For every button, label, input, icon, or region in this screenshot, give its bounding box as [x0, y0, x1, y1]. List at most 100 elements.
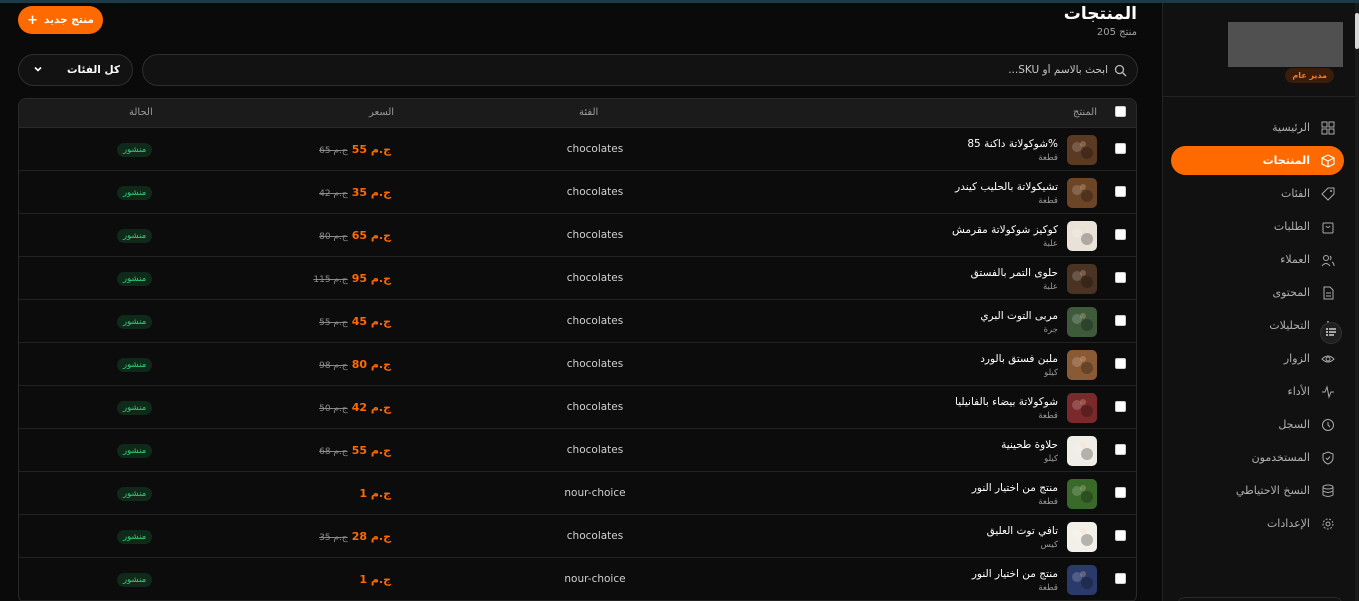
row-checkbox[interactable]: [1115, 487, 1126, 498]
page-title: المنتجات: [1063, 4, 1137, 24]
product-unit: كيلو: [1044, 454, 1058, 464]
sidebar-item-history[interactable]: السجل: [1171, 408, 1344, 441]
old-price: 65 ج.م: [319, 146, 348, 156]
current-price: 45 ج.م: [351, 315, 391, 328]
product-price: 45 ج.م 55 ج.م: [319, 315, 391, 328]
page-scrollbar[interactable]: [1355, 3, 1359, 601]
eye-icon: [1320, 351, 1336, 367]
row-checkbox[interactable]: [1115, 229, 1126, 240]
product-price: 95 ج.م 115 ج.م: [313, 272, 391, 285]
shopping-bag-icon: [1320, 219, 1336, 235]
sidebar-item-eye[interactable]: الزوار: [1171, 342, 1344, 375]
product-name[interactable]: شوكولاتة بيضاء بالفانيليا: [955, 396, 1058, 408]
product-thumbnail: [1067, 178, 1097, 208]
product-category: chocolates: [566, 530, 624, 542]
sidebar-item-label: العملاء: [1280, 253, 1310, 266]
product-category: chocolates: [566, 444, 624, 456]
current-price: 80 ج.م: [351, 358, 391, 371]
row-checkbox[interactable]: [1115, 358, 1126, 369]
product-name[interactable]: ملبن فستق بالورد: [980, 353, 1058, 365]
product-name[interactable]: منتج من اختيار النور: [972, 568, 1058, 580]
sidebar-item-label: الطلبات: [1273, 220, 1310, 233]
table-header: المنتج الفئة السعر الحالة: [19, 99, 1136, 128]
product-name[interactable]: كوكيز شوكولاتة مقرمش: [952, 224, 1058, 236]
sidebar-item-label: المستخدمون: [1251, 451, 1310, 464]
product-thumbnail: [1067, 393, 1097, 423]
product-name[interactable]: تافي توت العليق: [987, 525, 1058, 537]
box-icon: [1320, 153, 1336, 169]
row-checkbox[interactable]: [1115, 186, 1126, 197]
product-count: 205 منتج: [1096, 27, 1137, 38]
product-name[interactable]: منتج من اختيار النور: [972, 482, 1058, 494]
sidebar-item-tag[interactable]: الفئات: [1171, 177, 1344, 210]
row-checkbox[interactable]: [1115, 272, 1126, 283]
sidebar-item-shopping-bag[interactable]: الطلبات: [1171, 210, 1344, 243]
sidebar-item-users[interactable]: العملاء: [1171, 243, 1344, 276]
status-badge: منشور: [117, 186, 153, 200]
sidebar-item-bar-chart[interactable]: التحليلات: [1171, 309, 1344, 342]
table-row[interactable]: حلاوة طحينية كيلو chocolates 55 ج.م 68 ج.م من…: [19, 429, 1136, 472]
product-name[interactable]: شوكولاتة داكنة 85%: [967, 138, 1058, 150]
status-badge: منشور: [117, 315, 153, 329]
table-row[interactable]: ملبن فستق بالورد كيلو chocolates 80 ج.م 98 ج…: [19, 343, 1136, 386]
new-product-button[interactable]: + منتج جديد: [18, 6, 103, 34]
product-name[interactable]: حلوى التمر بالفستق: [971, 267, 1058, 279]
row-checkbox[interactable]: [1115, 573, 1126, 584]
sidebar-item-activity[interactable]: الأداء: [1171, 375, 1344, 408]
search-input[interactable]: [208, 64, 1108, 76]
sidebar-footer-card: [1177, 597, 1343, 601]
product-unit: قطعة: [1038, 411, 1058, 421]
row-checkbox[interactable]: [1115, 530, 1126, 541]
sidebar-item-box[interactable]: المنتجات: [1171, 146, 1344, 175]
product-name[interactable]: تشيكولاتة بالحليب كيندر: [955, 181, 1058, 193]
table-row[interactable]: منتج من اختيار النور قطعة nour-choice 1 ج.م…: [19, 558, 1136, 601]
current-price: 35 ج.م: [351, 186, 391, 199]
table-row[interactable]: منتج من اختيار النور قطعة nour-choice 1 ج.م…: [19, 472, 1136, 515]
file-text-icon: [1320, 285, 1336, 301]
new-product-label: منتج جديد: [43, 14, 94, 26]
history-icon: [1320, 417, 1336, 433]
product-name[interactable]: حلاوة طحينية: [1001, 439, 1058, 451]
row-checkbox[interactable]: [1115, 444, 1126, 455]
product-thumbnail: [1067, 479, 1097, 509]
table-row[interactable]: مربى التوت البري جرة chocolates 45 ج.م 55 ج.…: [19, 300, 1136, 343]
sidebar-item-file-text[interactable]: المحتوى: [1171, 276, 1344, 309]
sidebar-item-label: الأداء: [1287, 385, 1310, 398]
table-row[interactable]: كوكيز شوكولاتة مقرمش علبة chocolates 65 ج.م…: [19, 214, 1136, 257]
sidebar-nav: الرئيسية المنتجات الفئات الطلبات العملاء المح…: [1171, 111, 1344, 540]
old-price: 35 ج.م: [319, 533, 348, 543]
sidebar-item-shield[interactable]: المستخدمون: [1171, 441, 1344, 474]
product-thumbnail: [1067, 221, 1097, 251]
row-checkbox[interactable]: [1115, 143, 1126, 154]
current-price: 1 ج.م: [359, 487, 391, 500]
product-price: 80 ج.م 98 ج.م: [319, 358, 391, 371]
product-unit: علبة: [1042, 239, 1058, 249]
user-avatar-placeholder: [1228, 22, 1343, 67]
sidebar-item-grid[interactable]: الرئيسية: [1171, 111, 1344, 144]
category-filter-select[interactable]: كل الفئات: [18, 54, 133, 86]
table-row[interactable]: تشيكولاتة بالحليب كيندر قطعة chocolates 35 …: [19, 171, 1136, 214]
product-category: chocolates: [566, 272, 624, 284]
product-price: 28 ج.م 35 ج.م: [319, 530, 391, 543]
product-name[interactable]: مربى التوت البري: [980, 310, 1058, 322]
status-badge: منشور: [117, 487, 153, 501]
row-checkbox[interactable]: [1115, 401, 1126, 412]
current-price: 55 ج.م: [351, 444, 391, 457]
product-unit: قطعة: [1038, 196, 1058, 206]
select-all-checkbox[interactable]: [1115, 106, 1126, 117]
sidebar-item-label: السجل: [1278, 418, 1310, 431]
sidebar-item-database[interactable]: النسخ الاحتياطي: [1171, 474, 1344, 507]
product-category: nour-choice: [564, 487, 626, 499]
product-thumbnail: [1067, 350, 1097, 380]
table-row[interactable]: شوكولاتة داكنة 85% قطعة chocolates 55 ج.م 65…: [19, 128, 1136, 171]
floating-menu-button[interactable]: [1320, 322, 1342, 344]
users-icon: [1320, 252, 1336, 268]
search-box[interactable]: [142, 54, 1138, 86]
table-row[interactable]: حلوى التمر بالفستق علبة chocolates 95 ج.م 11…: [19, 257, 1136, 300]
sidebar-item-gear[interactable]: الإعدادات: [1171, 507, 1344, 540]
table-row[interactable]: تافي توت العليق كيس chocolates 28 ج.م 35 ج.م…: [19, 515, 1136, 558]
scrollbar-thumb[interactable]: [1355, 13, 1359, 49]
table-row[interactable]: شوكولاتة بيضاء بالفانيليا قطعة chocolates 4…: [19, 386, 1136, 429]
row-checkbox[interactable]: [1115, 315, 1126, 326]
old-price: 98 ج.م: [319, 361, 348, 371]
